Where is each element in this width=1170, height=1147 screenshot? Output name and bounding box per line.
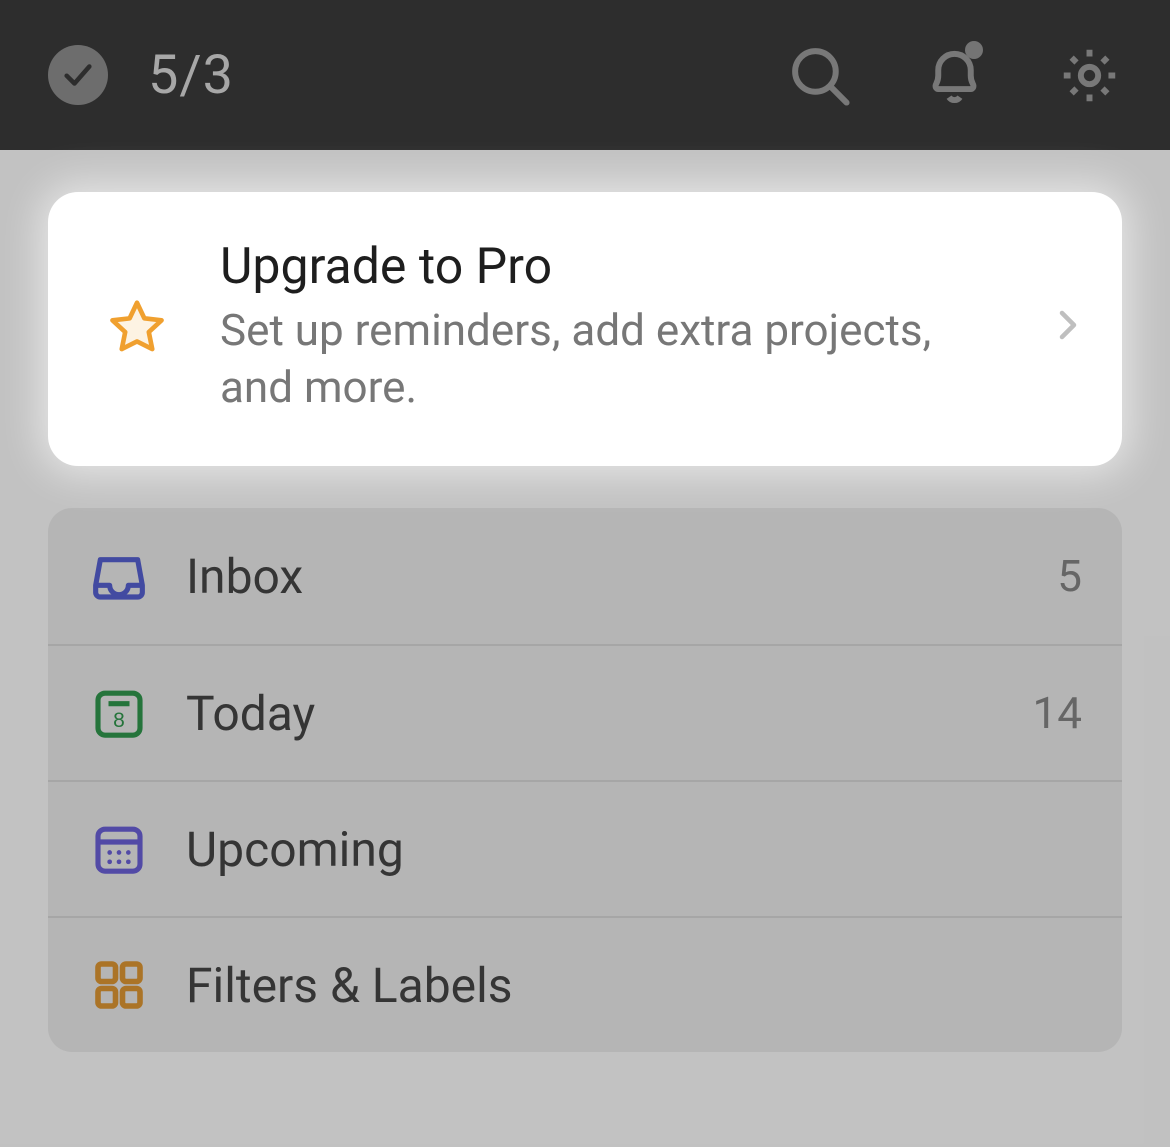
upgrade-promo-card[interactable]: Upgrade to Pro Set up reminders, add ext… [48,192,1122,466]
svg-text:8: 8 [113,709,125,732]
notifications-button[interactable] [922,43,987,108]
app-header: 5/3 [0,0,1170,150]
nav-item-inbox[interactable]: Inbox 5 [48,508,1122,644]
promo-body: Upgrade to Pro Set up reminders, add ext… [220,238,1050,416]
gear-icon [1057,43,1122,108]
check-icon [61,58,95,92]
settings-button[interactable] [1057,43,1122,108]
nav-item-label: Today [186,685,1033,742]
chevron-right-icon [1050,307,1086,347]
nav-item-count: 14 [1033,687,1082,739]
nav-item-upcoming[interactable]: Upcoming [48,780,1122,916]
nav-item-filters-labels[interactable]: Filters & Labels [48,916,1122,1052]
header-actions [787,43,1122,108]
nav-item-count: 5 [1057,550,1082,602]
calendar-today-icon: 8 [88,685,150,741]
progress-text: 5/3 [148,44,234,107]
nav-item-label: Filters & Labels [186,957,1082,1014]
notification-dot-icon [965,41,983,59]
inbox-icon [88,548,150,604]
nav-list: Inbox 5 8 Today 14 Upcom [48,508,1122,1052]
progress-badge[interactable] [48,45,108,105]
nav-item-today[interactable]: 8 Today 14 [48,644,1122,780]
promo-subtitle: Set up reminders, add extra projects, an… [220,302,940,416]
nav-item-label: Upcoming [186,821,1082,878]
search-icon [787,43,852,108]
grid-icon [88,957,150,1013]
nav-item-label: Inbox [186,548,1057,605]
search-button[interactable] [787,43,852,108]
promo-title: Upgrade to Pro [220,238,1050,296]
star-icon [102,296,172,358]
calendar-upcoming-icon [88,821,150,877]
